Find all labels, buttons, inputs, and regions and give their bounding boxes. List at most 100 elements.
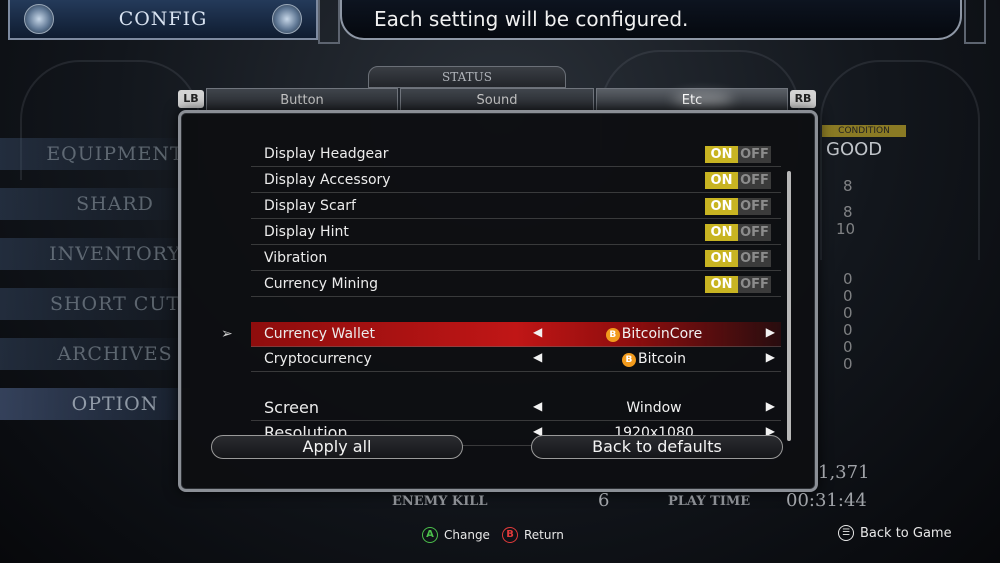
a-button-icon: A xyxy=(422,527,438,543)
apply-all-button[interactable]: Apply all xyxy=(211,435,463,459)
stat-value: 0 xyxy=(843,338,853,356)
frame-ornament xyxy=(964,0,986,44)
bitcoin-icon: B xyxy=(621,353,636,367)
toggle-on: ON xyxy=(705,276,738,293)
toggle-on: ON xyxy=(705,250,738,267)
setting-row-screen[interactable]: Screen ◀ Window ▶ xyxy=(251,396,781,421)
toggle-off: OFF xyxy=(738,198,771,215)
selector-value: B Bitcoin xyxy=(547,351,761,367)
bottom-stats: 1,371 ENEMY KILL 6 PLAY TIME 00:31:44 xyxy=(368,462,878,516)
setting-row-currency-mining[interactable]: Currency Mining ON OFF xyxy=(251,272,781,297)
toggle-off: OFF xyxy=(738,172,771,189)
setting-label: Display Hint xyxy=(264,224,349,240)
return-label: Return xyxy=(524,528,564,542)
config-dialog: LB Button Sound Etc RB Display Headgear … xyxy=(178,86,818,492)
footer-prompts: A Change B Return ☰ Back to Game xyxy=(0,524,1000,546)
rose-ornament-icon xyxy=(272,4,302,34)
selector-value: Window xyxy=(626,400,682,416)
setting-label: Display Headgear xyxy=(264,146,389,162)
toggle-off: OFF xyxy=(738,224,771,241)
setting-row-currency-wallet[interactable]: Currency Wallet ◀ B BitcoinCore ▶ xyxy=(251,322,781,347)
setting-label: Display Accessory xyxy=(264,172,391,188)
status-tab: STATUS xyxy=(368,66,566,88)
setting-row-cryptocurrency[interactable]: Cryptocurrency ◀ B Bitcoin ▶ xyxy=(251,347,781,372)
change-prompt[interactable]: A Change xyxy=(422,527,490,543)
value-selector[interactable]: ◀ B Bitcoin ▶ xyxy=(527,349,781,370)
on-off-toggle[interactable]: ON OFF xyxy=(705,224,771,241)
side-item-option: OPTION xyxy=(0,388,190,420)
stat-value: 10 xyxy=(836,220,856,238)
settings-panel: Display Headgear ON OFF Display Accessor… xyxy=(178,110,818,492)
b-button-icon: B xyxy=(502,527,518,543)
rb-button-icon[interactable]: RB xyxy=(790,90,816,108)
change-label: Change xyxy=(444,528,490,542)
setting-row-display-headgear[interactable]: Display Headgear ON OFF xyxy=(251,142,781,167)
tab-sound[interactable]: Sound xyxy=(400,88,594,112)
setting-label: Vibration xyxy=(264,250,328,266)
setting-row-vibration[interactable]: Vibration ON OFF xyxy=(251,246,781,271)
lb-button-icon[interactable]: LB xyxy=(178,90,204,108)
rose-ornament-icon xyxy=(24,4,54,34)
toggle-on: ON xyxy=(705,198,738,215)
arrow-right-icon[interactable]: ▶ xyxy=(766,399,775,413)
side-item-inventory: INVENTORY xyxy=(0,238,190,270)
on-off-toggle[interactable]: ON OFF xyxy=(705,172,771,189)
back-to-defaults-button[interactable]: Back to defaults xyxy=(531,435,783,459)
setting-row-display-scarf[interactable]: Display Scarf ON OFF xyxy=(251,194,781,219)
setting-label: Screen xyxy=(264,398,320,417)
back-to-game-label: Back to Game xyxy=(860,525,952,541)
toggle-on: ON xyxy=(705,224,738,241)
toggle-off: OFF xyxy=(738,146,771,163)
arrow-left-icon[interactable]: ◀ xyxy=(533,399,542,413)
stat-value: 0 xyxy=(843,321,853,339)
back-to-game-prompt[interactable]: ☰ Back to Game xyxy=(838,525,952,541)
enemy-kill-label: ENEMY KILL xyxy=(392,494,488,509)
arrow-right-icon[interactable]: ▶ xyxy=(766,325,775,339)
side-menu: EQUIPMENT SHARD INVENTORY SHORT CUT ARCH… xyxy=(0,138,190,438)
toggle-off: OFF xyxy=(738,276,771,293)
side-item-equipment: EQUIPMENT xyxy=(0,138,190,170)
play-time-label: PLAY TIME xyxy=(668,494,751,509)
on-off-toggle[interactable]: ON OFF xyxy=(705,250,771,267)
value-selector[interactable]: ◀ B BitcoinCore ▶ xyxy=(527,324,781,345)
selector-value: B BitcoinCore xyxy=(547,326,761,342)
tab-bar: LB Button Sound Etc RB xyxy=(178,86,818,112)
stat-value: 8 xyxy=(843,177,853,195)
config-banner: CONFIG xyxy=(8,0,318,40)
tab-button[interactable]: Button xyxy=(206,88,398,112)
arrow-left-icon[interactable]: ◀ xyxy=(533,350,542,364)
setting-label: Currency Mining xyxy=(264,276,379,292)
hint-text: Each setting will be configured. xyxy=(374,7,689,31)
stat-value: 0 xyxy=(843,355,853,373)
setting-label: Display Scarf xyxy=(264,198,356,214)
hint-bar: Each setting will be configured. xyxy=(340,0,962,40)
play-time-value: 00:31:44 xyxy=(786,490,867,511)
setting-label: Cryptocurrency xyxy=(264,351,372,367)
enemy-kill-value: 6 xyxy=(598,490,610,511)
page-title: CONFIG xyxy=(118,8,208,30)
arrow-right-icon[interactable]: ▶ xyxy=(766,350,775,364)
gold-value: 1,371 xyxy=(818,462,870,483)
side-item-archives: ARCHIVES xyxy=(0,338,190,370)
stat-value: 0 xyxy=(843,287,853,305)
toggle-on: ON xyxy=(705,172,738,189)
stat-value: 8 xyxy=(843,203,853,221)
condition-value: GOOD xyxy=(826,139,883,160)
tab-etc[interactable]: Etc xyxy=(596,88,788,112)
value-selector[interactable]: ◀ Window ▶ xyxy=(527,398,781,419)
on-off-toggle[interactable]: ON OFF xyxy=(705,146,771,163)
bitcoin-icon: B xyxy=(605,328,620,342)
condition-label: CONDITION xyxy=(822,125,906,137)
arrow-left-icon[interactable]: ◀ xyxy=(533,325,542,339)
toggle-on: ON xyxy=(705,146,738,163)
stat-value: 0 xyxy=(843,304,853,322)
on-off-toggle[interactable]: ON OFF xyxy=(705,198,771,215)
setting-label: Currency Wallet xyxy=(264,326,375,342)
return-prompt[interactable]: B Return xyxy=(502,527,564,543)
scrollbar[interactable] xyxy=(787,171,791,441)
on-off-toggle[interactable]: ON OFF xyxy=(705,276,771,293)
side-item-shard: SHARD xyxy=(0,188,190,220)
menu-button-icon: ☰ xyxy=(838,525,854,541)
setting-row-display-accessory[interactable]: Display Accessory ON OFF xyxy=(251,168,781,193)
setting-row-display-hint[interactable]: Display Hint ON OFF xyxy=(251,220,781,245)
